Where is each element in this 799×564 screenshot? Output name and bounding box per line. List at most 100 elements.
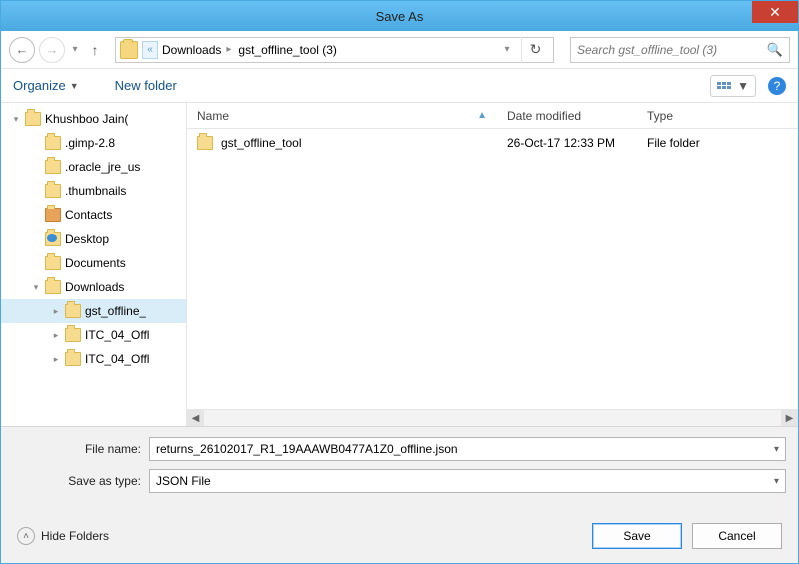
hide-folders-label: Hide Folders xyxy=(41,529,109,543)
breadcrumb[interactable]: Downloads ▸ xyxy=(162,43,234,57)
breadcrumb[interactable]: gst_offline_tool (3) xyxy=(238,43,337,57)
chevron-right-icon[interactable]: ▸ xyxy=(223,44,234,55)
tree-label: Khushboo Jain( xyxy=(45,112,128,126)
folder-icon xyxy=(65,304,81,318)
tree-item[interactable]: .thumbnails xyxy=(1,179,186,203)
nav-row: ← → ▾ ↑ « Downloads ▸ gst_offline_tool (… xyxy=(1,31,798,69)
tree-label: ITC_04_Offl xyxy=(85,328,149,342)
search-input[interactable] xyxy=(577,43,761,57)
tree-item[interactable]: ▾ Khushboo Jain( xyxy=(1,107,186,131)
tree-item[interactable]: ▾ Downloads xyxy=(1,275,186,299)
tree-label: .oracle_jre_us xyxy=(65,160,140,174)
tree-label: .thumbnails xyxy=(65,184,126,198)
twisty-icon[interactable]: ▾ xyxy=(31,282,41,293)
file-date: 26-Oct-17 12:33 PM xyxy=(497,136,637,150)
tree-item[interactable]: ▸ gst_offline_ xyxy=(1,299,186,323)
address-drop-icon[interactable]: ▾ xyxy=(497,44,517,55)
documents-icon xyxy=(45,256,61,270)
scroll-right-icon[interactable]: ▶ xyxy=(781,410,798,427)
tree-label: Documents xyxy=(65,256,126,270)
tree-item[interactable]: Contacts xyxy=(1,203,186,227)
filename-combo[interactable]: ▾ xyxy=(149,437,786,461)
savetype-row: Save as type: ▾ xyxy=(13,469,786,493)
filename-input[interactable] xyxy=(156,442,768,456)
chevron-down-icon[interactable]: ▾ xyxy=(768,444,779,455)
tree-item[interactable]: .gimp-2.8 xyxy=(1,131,186,155)
user-folder-icon xyxy=(25,112,41,126)
chevron-down-icon: ▼ xyxy=(737,79,749,93)
view-icon xyxy=(717,82,731,89)
sort-asc-icon: ▲ xyxy=(477,110,487,121)
chevron-up-icon: ˄ xyxy=(17,527,35,545)
file-list-pane: Name▲ Date modified Type gst_offline_too… xyxy=(187,103,798,426)
new-folder-button[interactable]: New folder xyxy=(115,78,177,93)
save-as-dialog: Save As ✕ ← → ▾ ↑ « Downloads ▸ gst_offl… xyxy=(0,0,799,564)
folder-tree[interactable]: ▾ Khushboo Jain( .gimp-2.8 .oracle_jre_us… xyxy=(1,103,187,426)
folder-icon xyxy=(45,136,61,150)
tree-label: gst_offline_ xyxy=(85,304,146,318)
folder-icon xyxy=(120,41,138,59)
save-button[interactable]: Save xyxy=(592,523,682,549)
tree-label: Contacts xyxy=(65,208,112,222)
column-name[interactable]: Name▲ xyxy=(187,109,497,123)
tree-item[interactable]: Documents xyxy=(1,251,186,275)
tree-label: Desktop xyxy=(65,232,109,246)
help-button[interactable]: ? xyxy=(768,77,786,95)
tree-item[interactable]: ▸ ITC_04_Offl xyxy=(1,323,186,347)
file-rows[interactable]: gst_offline_tool 26-Oct-17 12:33 PM File… xyxy=(187,129,798,409)
address-bar[interactable]: « Downloads ▸ gst_offline_tool (3) ▾ ↻ xyxy=(115,37,554,63)
savetype-label: Save as type: xyxy=(13,474,149,488)
filename-row: File name: ▾ xyxy=(13,437,786,461)
view-options-button[interactable]: ▼ xyxy=(710,75,756,97)
forward-button[interactable]: → xyxy=(39,37,65,63)
newfolder-label: New folder xyxy=(115,78,177,93)
twisty-icon[interactable]: ▸ xyxy=(51,306,61,317)
list-item[interactable]: gst_offline_tool 26-Oct-17 12:33 PM File… xyxy=(187,129,798,157)
folder-icon xyxy=(45,160,61,174)
tree-item[interactable]: Desktop xyxy=(1,227,186,251)
horizontal-scrollbar[interactable]: ◀ ▶ xyxy=(187,409,798,426)
refresh-button[interactable]: ↻ xyxy=(521,37,549,63)
chevron-down-icon[interactable]: ▾ xyxy=(768,476,779,487)
column-headers: Name▲ Date modified Type xyxy=(187,103,798,129)
column-date[interactable]: Date modified xyxy=(497,109,637,123)
filename-label: File name: xyxy=(13,442,149,456)
twisty-icon[interactable]: ▸ xyxy=(51,354,61,365)
savetype-combo[interactable]: ▾ xyxy=(149,469,786,493)
twisty-icon[interactable]: ▸ xyxy=(51,330,61,341)
folder-icon xyxy=(65,328,81,342)
savetype-input[interactable] xyxy=(156,474,768,488)
search-icon: 🔍 xyxy=(767,42,783,58)
bottom-panel: File name: ▾ Save as type: ▾ ˄ Hide Fold… xyxy=(1,426,798,563)
button-row: ˄ Hide Folders Save Cancel xyxy=(13,501,786,563)
titlebar: Save As ✕ xyxy=(1,1,798,31)
tree-item[interactable]: ▸ ITC_04_Offl xyxy=(1,347,186,371)
close-button[interactable]: ✕ xyxy=(752,1,798,23)
cancel-button[interactable]: Cancel xyxy=(692,523,782,549)
hide-folders-button[interactable]: ˄ Hide Folders xyxy=(17,527,109,545)
organize-menu[interactable]: Organize ▼ xyxy=(13,78,79,93)
folder-icon xyxy=(45,184,61,198)
desktop-icon xyxy=(45,232,61,246)
scroll-left-icon[interactable]: ◀ xyxy=(187,410,204,427)
twisty-icon[interactable]: ▾ xyxy=(11,114,21,125)
file-name: gst_offline_tool xyxy=(221,136,302,150)
chevron-down-icon: ▼ xyxy=(70,81,79,91)
back-button[interactable]: ← xyxy=(9,37,35,63)
body: ▾ Khushboo Jain( .gimp-2.8 .oracle_jre_us… xyxy=(1,103,798,426)
downloads-icon xyxy=(45,280,61,294)
address-history-icon[interactable]: « xyxy=(142,41,158,59)
folder-icon xyxy=(197,136,213,150)
file-type: File folder xyxy=(637,136,757,150)
crumb-label: gst_offline_tool (3) xyxy=(238,43,337,57)
up-button[interactable]: ↑ xyxy=(85,40,105,60)
column-type[interactable]: Type xyxy=(637,109,757,123)
search-box[interactable]: 🔍 xyxy=(570,37,790,63)
tree-label: Downloads xyxy=(65,280,124,294)
tree-label: ITC_04_Offl xyxy=(85,352,149,366)
history-dropdown-icon[interactable]: ▾ xyxy=(69,44,81,55)
contacts-icon xyxy=(45,208,61,222)
crumb-label: Downloads xyxy=(162,43,221,57)
tree-item[interactable]: .oracle_jre_us xyxy=(1,155,186,179)
toolbar: Organize ▼ New folder ▼ ? xyxy=(1,69,798,103)
